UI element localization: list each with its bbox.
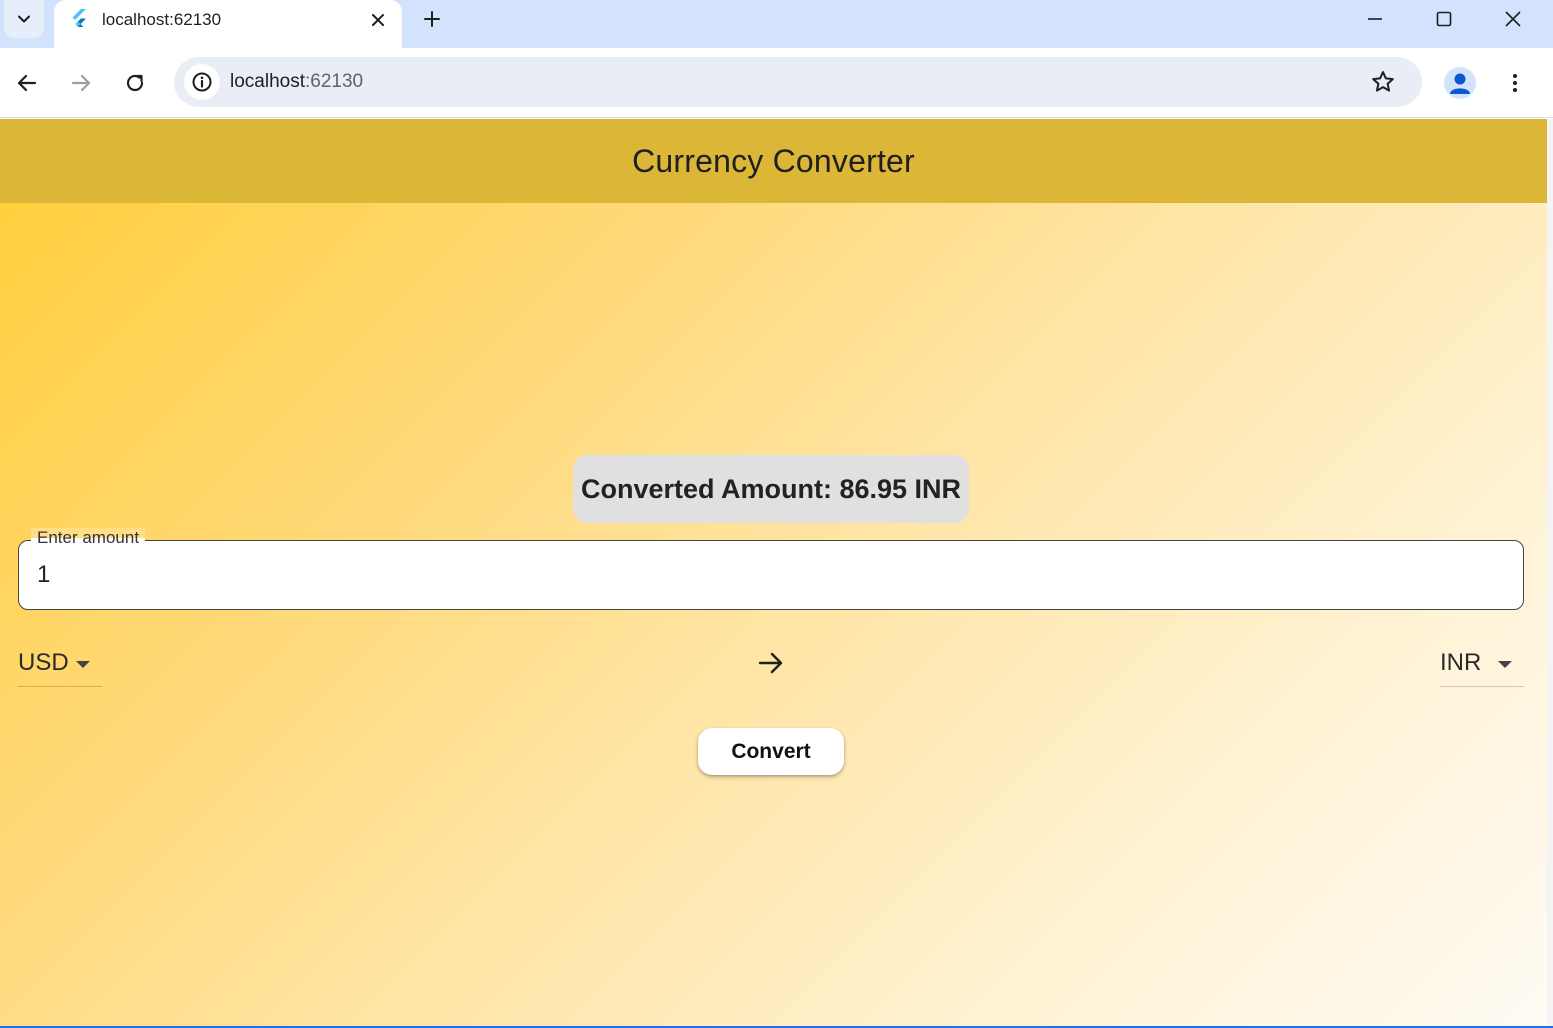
info-icon [192,72,212,92]
from-currency-dropdown[interactable]: USD [18,643,102,687]
browser-window: localhost:62130 localhost:62130 Currency… [0,0,1553,1028]
tab-strip: localhost:62130 [0,0,1553,48]
profile-button[interactable] [1444,67,1476,99]
maximize-icon [1436,11,1452,27]
close-icon [1505,11,1521,27]
reload-icon [126,74,144,92]
minimize-button[interactable] [1341,0,1409,38]
browser-menu-button[interactable] [1499,67,1531,99]
arrow-right-icon [758,652,783,674]
flutter-icon [72,9,86,27]
avatar-icon [1450,73,1470,94]
more-vert-icon [1513,74,1517,92]
to-currency-dropdown[interactable]: INR [1440,643,1524,687]
converted-amount-text: Converted Amount: 86.95 INR [580,473,962,504]
forward-button[interactable] [65,67,97,99]
browser-tab[interactable]: localhost:62130 [54,0,402,48]
close-icon [372,14,384,26]
chevron-down-icon [18,15,30,23]
dropdown-arrow-icon [1498,661,1512,668]
convert-button[interactable]: Convert [698,728,844,775]
arrow-right-icon [71,74,91,92]
plus-icon [424,11,440,27]
url-text[interactable]: localhost:62130 [230,71,363,93]
amount-input[interactable]: Enter amount 1 [18,528,1524,610]
browser-toolbar: localhost:62130 [0,48,1553,118]
tab-close-button[interactable] [366,8,390,32]
app-body: Converted Amount: 86.95 INR Enter amount… [0,203,1547,1026]
dropdown-arrow-icon [76,661,90,668]
url-host: localhost [230,71,305,92]
site-info-button[interactable] [184,64,220,100]
back-button[interactable] [11,67,43,99]
minimize-icon [1368,18,1382,20]
window-right-edge [1547,119,1553,1028]
address-bar[interactable]: localhost:62130 [174,57,1422,107]
arrow-left-icon [17,74,37,92]
new-tab-button[interactable] [418,5,446,33]
from-currency-value: USD [18,649,69,676]
to-currency-value: INR [1440,649,1482,676]
reload-button[interactable] [119,67,151,99]
page-title: Currency Converter [632,142,915,179]
maximize-button[interactable] [1410,0,1478,38]
window-close-button[interactable] [1479,0,1547,38]
app-viewport: Currency Converter Converted Amount: 86.… [0,119,1547,1026]
url-port: :62130 [305,71,364,92]
tab-search-button[interactable] [4,0,44,38]
result-card: Converted Amount: 86.95 INR [573,455,969,523]
tab-title: localhost:62130 [102,10,222,29]
app-bar: Currency Converter [0,119,1547,203]
bookmark-star-icon[interactable] [1370,69,1396,95]
amount-input-value[interactable]: 1 [37,561,50,589]
amount-input-label: Enter amount [31,528,146,548]
